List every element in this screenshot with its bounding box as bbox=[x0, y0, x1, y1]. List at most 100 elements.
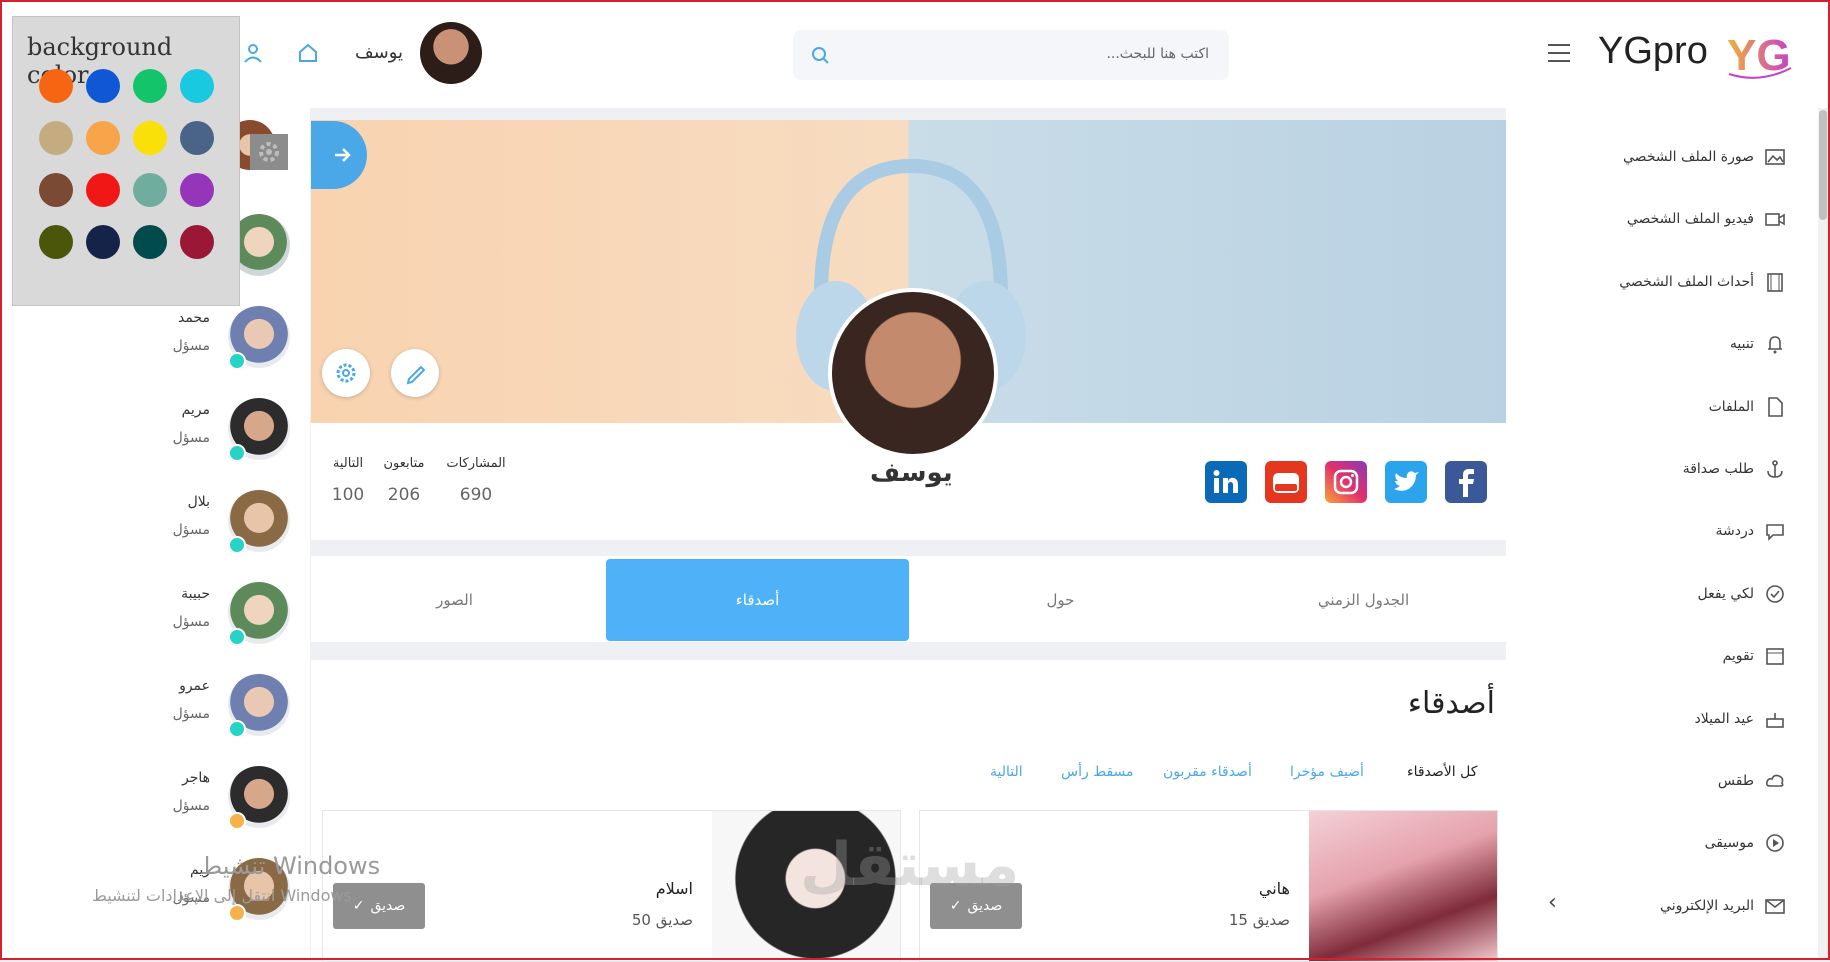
sidebar-item-label: البريد الإلكتروني bbox=[1660, 897, 1754, 914]
sidebar-item[interactable]: فيديو الملف الشخصي bbox=[1506, 204, 1786, 234]
friend-count: 50 صديق bbox=[631, 911, 693, 929]
sidebar-item[interactable]: تقويم bbox=[1506, 641, 1786, 671]
stat-label: التالية bbox=[332, 456, 364, 471]
sidebar-item-label: فيديو الملف الشخصي bbox=[1626, 211, 1754, 228]
contact-name[interactable]: حبيبة bbox=[130, 586, 210, 602]
color-swatch[interactable] bbox=[39, 69, 73, 103]
filter-close-friends[interactable]: أصدقاء مقربون bbox=[1163, 764, 1252, 780]
status-dot bbox=[228, 444, 246, 462]
profile-name: يوسف bbox=[870, 458, 953, 488]
cover-settings-button[interactable] bbox=[322, 349, 370, 397]
contact-name[interactable]: بلال bbox=[130, 494, 210, 510]
color-swatch[interactable] bbox=[39, 121, 73, 155]
profile-avatar[interactable] bbox=[828, 288, 998, 458]
brand-logo[interactable]: YG bbox=[1725, 28, 1795, 82]
color-swatch[interactable] bbox=[39, 173, 73, 207]
search-input[interactable]: اكتب هنا للبحث... bbox=[1106, 46, 1209, 62]
color-swatch[interactable] bbox=[133, 69, 167, 103]
contact-role: مسؤل bbox=[172, 614, 210, 630]
sidebar-item[interactable]: طلب صداقة bbox=[1506, 454, 1786, 484]
tab-timeline[interactable]: الجدول الزمني bbox=[1212, 559, 1515, 641]
windows-activation-text: انتقل إلى الإعدادات لتنشيط Windows. bbox=[92, 886, 357, 905]
facebook-icon[interactable] bbox=[1445, 461, 1487, 503]
menu-icon[interactable] bbox=[1548, 44, 1570, 68]
scrollbar-thumb[interactable] bbox=[1819, 110, 1827, 220]
status-dot bbox=[228, 628, 246, 646]
arrow-right-icon bbox=[335, 148, 351, 162]
sidebar-item[interactable]: دردشة bbox=[1506, 516, 1786, 546]
sidebar-item[interactable]: لكي يفعل bbox=[1506, 579, 1786, 609]
edit-cover-button[interactable] bbox=[391, 349, 439, 397]
color-swatch[interactable] bbox=[39, 225, 73, 259]
sidebar-item[interactable]: عيد الميلاد bbox=[1506, 704, 1786, 734]
check-icon: ✓ bbox=[949, 898, 962, 914]
top-bar: YG YGpro اكتب هنا للبحث... يوسف bbox=[0, 0, 1830, 108]
instagram-icon[interactable] bbox=[1325, 461, 1367, 503]
status-dot bbox=[228, 352, 246, 370]
film-icon bbox=[1767, 272, 1783, 292]
tab-about[interactable]: حول bbox=[909, 559, 1212, 641]
color-swatch[interactable] bbox=[133, 121, 167, 155]
color-swatch[interactable] bbox=[180, 69, 214, 103]
contact-name[interactable]: ريم bbox=[130, 862, 210, 878]
contact-role: مسؤل bbox=[172, 798, 210, 814]
stat-label: المشاركات bbox=[446, 456, 506, 471]
sidebar-item[interactable]: صورة الملف الشخصي bbox=[1506, 142, 1786, 172]
sidebar-item[interactable]: موسيقى bbox=[1506, 828, 1786, 858]
twitter-icon[interactable] bbox=[1385, 461, 1427, 503]
contact-name[interactable]: مريم bbox=[130, 402, 210, 418]
youtube-icon[interactable] bbox=[1265, 461, 1307, 503]
color-swatch[interactable] bbox=[180, 173, 214, 207]
sidebar-item[interactable]: الملفات bbox=[1506, 392, 1786, 422]
status-dot bbox=[228, 904, 246, 922]
gear-icon bbox=[336, 363, 356, 383]
tab-friends[interactable]: أصدقاء bbox=[606, 559, 909, 641]
friend-status-label: صديق bbox=[967, 898, 1003, 914]
cover-arrow-button[interactable] bbox=[311, 121, 367, 189]
color-picker: background color bbox=[12, 16, 240, 306]
color-swatch[interactable] bbox=[86, 69, 120, 103]
filter-recently-added[interactable]: أضيف مؤخرا bbox=[1290, 764, 1364, 780]
color-swatch[interactable] bbox=[86, 173, 120, 207]
user-name[interactable]: يوسف bbox=[355, 42, 403, 63]
contact-name[interactable]: محمد bbox=[130, 310, 210, 326]
sidebar-item[interactable]: تنبيه bbox=[1506, 329, 1786, 359]
mail-icon bbox=[1765, 898, 1785, 914]
contact-role: مسؤل bbox=[172, 338, 210, 354]
sidebar-item[interactable]: طقس bbox=[1506, 766, 1786, 796]
friend-name[interactable]: هاني bbox=[1190, 879, 1290, 898]
tab-photos[interactable]: الصور bbox=[303, 559, 606, 641]
user-avatar[interactable] bbox=[420, 22, 482, 84]
color-swatch[interactable] bbox=[86, 225, 120, 259]
settings-toggle[interactable] bbox=[250, 134, 288, 170]
filter-hometown[interactable]: مسقط رأس bbox=[1061, 764, 1134, 780]
sidebar-item-label: أحداث الملف الشخصي bbox=[1619, 273, 1754, 290]
color-swatch[interactable] bbox=[133, 225, 167, 259]
contact-role: مسؤل bbox=[172, 522, 210, 538]
friend-name[interactable]: اسلام bbox=[593, 879, 693, 898]
filter-all-friends[interactable]: كل الأصدقاء bbox=[1407, 764, 1477, 780]
status-dot bbox=[228, 536, 246, 554]
home-icon[interactable] bbox=[297, 42, 319, 64]
sidebar-item-label: موسيقى bbox=[1704, 835, 1754, 852]
check-circle-icon bbox=[1766, 584, 1784, 603]
sidebar-item[interactable]: أحداث الملف الشخصي bbox=[1506, 267, 1786, 297]
contact-name[interactable]: عمرو bbox=[130, 678, 210, 694]
status-dot bbox=[228, 720, 246, 738]
filter-following[interactable]: التالية bbox=[990, 764, 1023, 780]
user-icon[interactable] bbox=[242, 42, 264, 64]
search-bar[interactable]: اكتب هنا للبحث... bbox=[793, 30, 1229, 80]
search-icon[interactable] bbox=[811, 46, 831, 66]
linkedin-icon[interactable] bbox=[1205, 461, 1247, 503]
sidebar-item-label: عيد الميلاد bbox=[1694, 710, 1754, 727]
contact-name[interactable]: هاجر bbox=[130, 770, 210, 786]
scrollbar[interactable] bbox=[1818, 108, 1828, 960]
color-swatch[interactable] bbox=[133, 173, 167, 207]
color-swatch[interactable] bbox=[180, 121, 214, 155]
color-swatch[interactable] bbox=[86, 121, 120, 155]
pencil-icon bbox=[406, 365, 426, 385]
friend-photo[interactable] bbox=[1309, 811, 1497, 961]
color-swatch[interactable] bbox=[180, 225, 214, 259]
chevron-left-icon[interactable]: ‹ bbox=[1548, 890, 1557, 915]
friend-count: 15 صديق bbox=[1228, 911, 1290, 929]
